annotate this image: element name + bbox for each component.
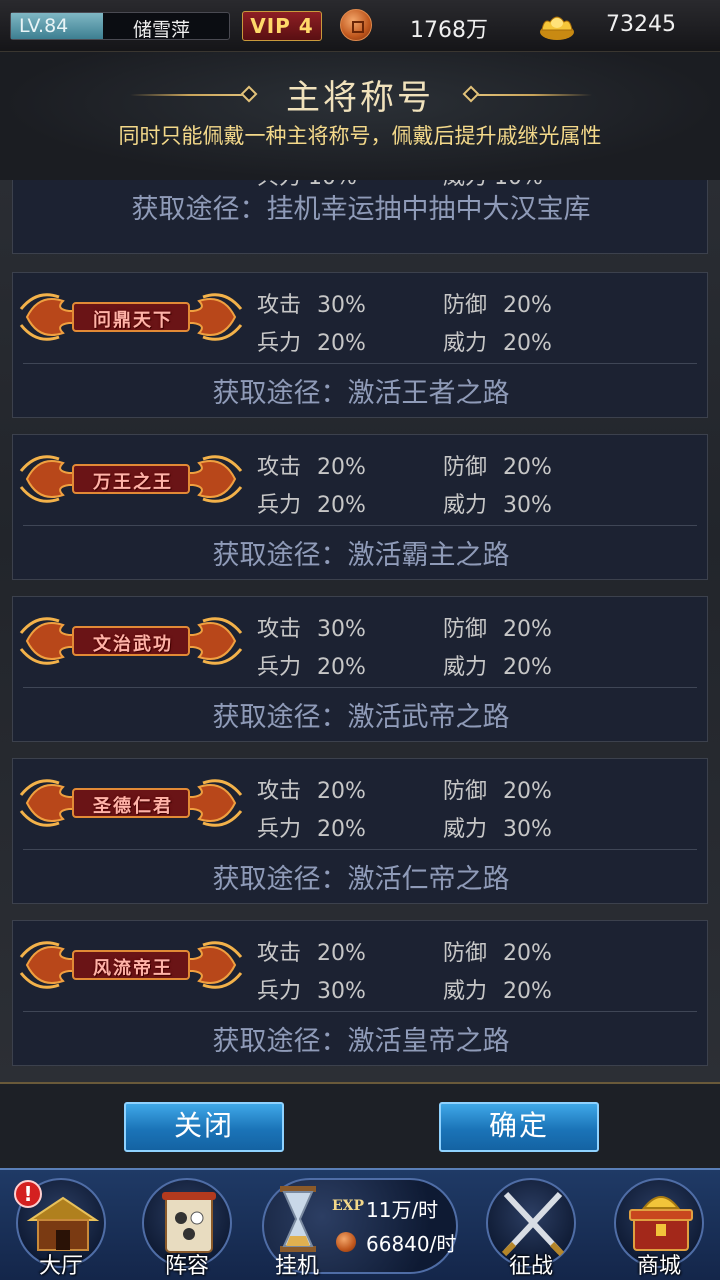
- hourglass-icon: [280, 1186, 316, 1252]
- power-stat: 威力 20%: [443, 979, 552, 1004]
- card-divider: [23, 687, 697, 688]
- action-bar: 关闭 确定: [0, 1082, 720, 1168]
- troop-stat: 兵力 20%: [257, 331, 366, 356]
- close-button[interactable]: 关闭: [124, 1102, 284, 1152]
- title-badge: 万王之王: [19, 449, 243, 509]
- title-badge: 问鼎天下: [19, 287, 243, 347]
- title-list[interactable]: 兵力 10% 威力 10% 获取途径：挂机幸运抽中抽中大汉宝库 问鼎天下 攻击3…: [0, 180, 720, 1082]
- defense-stat: 防御 20%: [443, 617, 552, 642]
- confirm-button[interactable]: 确定: [439, 1102, 599, 1152]
- acquire-route: 获取途径：激活霸主之路: [212, 540, 510, 571]
- card-divider: [23, 849, 697, 850]
- nav-afk[interactable]: 挂机 EXP 11万/时 66840/时: [262, 1176, 458, 1279]
- attack-stat: 攻击 20%: [257, 455, 366, 480]
- exp-rate: 11万/时: [366, 1198, 439, 1222]
- title-card[interactable]: 风流帝王 攻击 20% 防御 20% 兵力 30% 威力 20% 获取途径：激活皇帝之路: [12, 920, 708, 1066]
- title-badge: 风流帝王: [19, 935, 243, 995]
- title-card-partial[interactable]: 兵力 10% 威力 10% 获取途径：挂机幸运抽中抽中大汉宝库: [12, 180, 708, 254]
- nav-lineup[interactable]: 阵容: [132, 1170, 242, 1280]
- title-card[interactable]: 万王之王 攻击 20% 防御 20% 兵力 20% 威力 30% 获取途径：激活霸主之路: [12, 434, 708, 580]
- title-badge-name: 风流帝王: [93, 958, 173, 979]
- power-stat: 威力 30%: [443, 493, 552, 518]
- attack-stat: 攻击 20%: [257, 941, 366, 966]
- level-bar[interactable]: LV.84 储雪萍: [10, 12, 230, 41]
- title-badge: 文治武功: [19, 611, 243, 671]
- copper-coin-icon: [340, 9, 372, 41]
- acquire-route: 获取途径：激活皇帝之路: [212, 1026, 510, 1057]
- nav-battle-label: 征战: [508, 1254, 553, 1279]
- page-title: 主将称号: [286, 78, 434, 118]
- title-card[interactable]: 圣德仁君 攻击 20% 防御 20% 兵力 20% 威力 30% 获取途径：激活仁帝之路: [12, 758, 708, 904]
- top-status-bar: LV.84 储雪萍 VIP 4 1768万 73245: [0, 0, 720, 52]
- nav-shop-label: 商城: [636, 1254, 681, 1279]
- coin-amount: 1768万: [410, 18, 488, 43]
- title-badge: 圣德仁君: [19, 773, 243, 833]
- title-badge-name: 万王之王: [93, 472, 173, 493]
- power-stat: 威力 30%: [443, 817, 552, 842]
- acquire-route: 获取途径：激活仁帝之路: [212, 864, 510, 895]
- title-badge-name: 问鼎天下: [93, 310, 173, 331]
- defense-stat: 防御 20%: [443, 455, 552, 480]
- card-divider: [23, 363, 697, 364]
- ingot-amount: 73245: [606, 12, 676, 37]
- alert-icon: !: [14, 1180, 42, 1208]
- title-card[interactable]: 文治武功 攻击 30% 防御 20% 兵力 20% 威力 20% 获取途径：激活武帝之路: [12, 596, 708, 742]
- title-badge-name: 文治武功: [93, 634, 173, 655]
- acquire-route: 获取途径：挂机幸运抽中抽中大汉宝库: [131, 194, 591, 225]
- troop-stat: 兵力 30%: [257, 979, 366, 1004]
- bottom-nav: ! 大厅 阵容 挂机 EXP 11万/时 66840/时 征战 商城: [0, 1168, 720, 1280]
- attack-stat: 攻击 20%: [257, 779, 366, 804]
- power-stat: 威力 20%: [443, 655, 552, 680]
- title-badge-name: 圣德仁君: [93, 796, 173, 817]
- attack-stat: 攻击 30%: [257, 293, 366, 318]
- nav-hall-label: 大厅: [38, 1254, 83, 1279]
- gold-ingot-icon: [540, 16, 574, 40]
- troop-stat: 兵力 20%: [257, 817, 366, 842]
- player-name: 储雪萍: [133, 19, 191, 41]
- nav-lineup-label: 阵容: [164, 1254, 209, 1279]
- exp-tag: EXP: [332, 1198, 365, 1214]
- card-divider: [23, 525, 697, 526]
- title-card[interactable]: 问鼎天下 攻击 30% 防御 20% 兵力 20% 威力 20% 获取途径：激活王者之路: [12, 272, 708, 418]
- nav-shop[interactable]: 商城: [604, 1170, 714, 1280]
- troop-stat: 兵力 20%: [257, 493, 366, 518]
- acquire-route: 获取途径：激活王者之路: [212, 378, 510, 409]
- power-stat: 威力 20%: [443, 331, 552, 356]
- page-subtitle: 同时只能佩戴一种主将称号，佩戴后提升戚继光属性: [118, 124, 602, 148]
- vip-badge[interactable]: VIP 4: [242, 11, 322, 41]
- nav-battle[interactable]: 征战: [476, 1170, 586, 1280]
- troop-stat: 兵力 20%: [257, 655, 366, 680]
- defense-stat: 防御 20%: [443, 941, 552, 966]
- gold-rate: 66840/时: [366, 1232, 457, 1256]
- nav-hall[interactable]: ! 大厅: [6, 1170, 116, 1280]
- card-divider: [23, 1011, 697, 1012]
- defense-stat: 防御 20%: [443, 293, 552, 318]
- copper-coin-icon: [336, 1232, 356, 1252]
- level-label: LV.84: [19, 15, 69, 37]
- defense-stat: 防御 20%: [443, 779, 552, 804]
- nav-afk-label: 挂机: [274, 1254, 319, 1279]
- attack-stat: 攻击 30%: [257, 617, 366, 642]
- acquire-route: 获取途径：激活武帝之路: [212, 702, 510, 733]
